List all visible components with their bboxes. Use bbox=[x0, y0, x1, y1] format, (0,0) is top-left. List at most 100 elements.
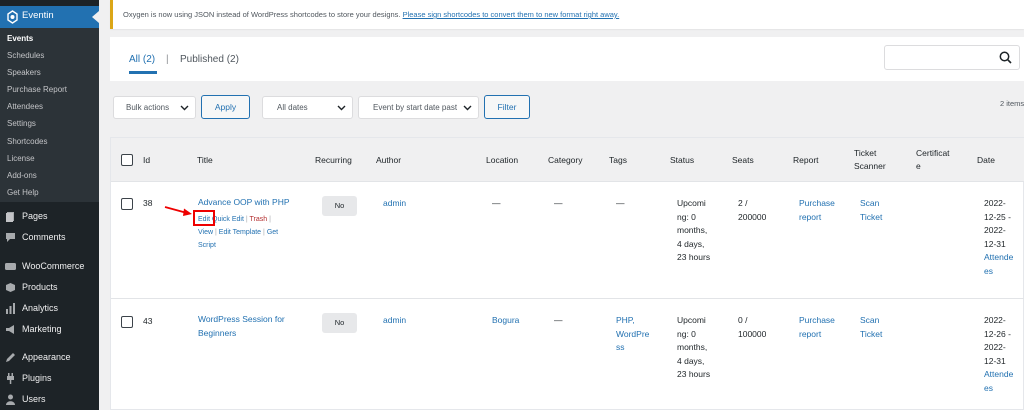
menu-users[interactable]: Users bbox=[0, 391, 99, 409]
submenu-shortcodes[interactable]: Shortcodes bbox=[7, 137, 47, 146]
edit-template-link[interactable]: Edit Template bbox=[219, 229, 261, 236]
column-certificate-line2: e bbox=[916, 161, 921, 171]
menu-pages[interactable]: Pages bbox=[0, 208, 99, 226]
submenu-settings[interactable]: Settings bbox=[7, 119, 36, 128]
column-date[interactable]: Date bbox=[977, 154, 995, 167]
chevron-down-icon bbox=[463, 105, 472, 111]
purchase-report-link[interactable]: Purchase report bbox=[799, 314, 835, 341]
attendees-link[interactable]: Attende bbox=[984, 369, 1013, 379]
author-link[interactable]: admin bbox=[383, 314, 406, 328]
event-sort-select[interactable]: Event by start date past bbox=[358, 96, 479, 119]
menu-analytics-label: Analytics bbox=[22, 303, 59, 313]
status-line: months, bbox=[677, 225, 708, 235]
seats-value: 0 / 100000 bbox=[738, 314, 766, 341]
location-value[interactable]: Bogura bbox=[492, 314, 519, 328]
column-id[interactable]: Id bbox=[143, 154, 150, 167]
view-link[interactable]: View bbox=[198, 229, 213, 236]
column-report: Report bbox=[793, 155, 819, 165]
active-tab-indicator bbox=[129, 71, 157, 74]
status-line: 23 hours bbox=[677, 252, 711, 262]
eventin-logo-icon bbox=[7, 10, 18, 24]
submenu-purchase-report[interactable]: Purchase Report bbox=[7, 85, 67, 94]
appearance-icon bbox=[6, 353, 15, 362]
submenu-add-ons[interactable]: Add-ons bbox=[7, 171, 37, 180]
date-value: 2022- 12-25 - 2022- 12-31 Attende es bbox=[984, 197, 1013, 278]
status-line: 23 hours bbox=[677, 369, 711, 379]
submenu-events[interactable]: Events bbox=[7, 34, 33, 43]
bulk-actions-select[interactable]: Bulk actions bbox=[113, 96, 196, 119]
pages-icon bbox=[6, 212, 14, 222]
menu-eventin[interactable]: Eventin bbox=[0, 6, 99, 28]
submenu-schedules[interactable]: Schedules bbox=[7, 51, 44, 60]
menu-analytics[interactable]: Analytics bbox=[0, 300, 99, 318]
quick-edit-link[interactable]: Quick Edit bbox=[212, 216, 244, 223]
menu-products[interactable]: Products bbox=[0, 279, 99, 297]
event-title-link[interactable]: Advance OOP with PHP bbox=[198, 196, 290, 210]
column-status: Status bbox=[670, 155, 695, 165]
search-input[interactable] bbox=[884, 45, 1020, 70]
menu-appearance[interactable]: Appearance bbox=[0, 349, 99, 367]
status-line: Upcomi bbox=[677, 315, 706, 325]
chevron-down-icon bbox=[337, 105, 346, 111]
scan-ticket-link[interactable]: Scan Ticket bbox=[860, 197, 882, 224]
status-line: Upcomi bbox=[677, 198, 706, 208]
scan-line: Ticket bbox=[860, 328, 883, 339]
get-script-link-line2[interactable]: Script bbox=[198, 242, 216, 249]
admin-sidebar: Eventin Events Schedules Speakers Purcha… bbox=[0, 0, 99, 410]
category-value: — bbox=[554, 315, 563, 325]
menu-marketing[interactable]: Marketing bbox=[0, 321, 99, 339]
tab-published[interactable]: Published (2) bbox=[180, 54, 239, 65]
recurring-badge: No bbox=[322, 313, 357, 333]
column-title[interactable]: Title bbox=[197, 154, 213, 167]
get-script-link[interactable]: Get bbox=[267, 229, 278, 236]
notice-link[interactable]: Please sign shortcodes to convert them t… bbox=[403, 10, 620, 19]
select-all-checkbox[interactable] bbox=[121, 154, 133, 166]
submenu-get-help[interactable]: Get Help bbox=[7, 188, 39, 197]
red-arrow-icon bbox=[164, 206, 192, 216]
report-line: report bbox=[799, 211, 822, 222]
dates-select[interactable]: All dates bbox=[262, 96, 353, 119]
tag-line: PHP, bbox=[616, 315, 635, 325]
row-checkbox[interactable] bbox=[121, 316, 133, 328]
menu-comments[interactable]: Comments bbox=[0, 229, 99, 247]
date-line: 2022- bbox=[984, 198, 1006, 208]
trash-link[interactable]: Trash bbox=[250, 216, 268, 223]
title-line: WordPress Session for bbox=[198, 314, 285, 324]
oxygen-notice: Oxygen is now using JSON instead of Word… bbox=[110, 0, 1024, 29]
attendees-link-line2[interactable]: es bbox=[984, 383, 993, 393]
category-value: — bbox=[554, 198, 563, 208]
author-link[interactable]: admin bbox=[383, 197, 406, 211]
notice-text: Oxygen is now using JSON instead of Word… bbox=[123, 10, 403, 19]
row-checkbox[interactable] bbox=[121, 198, 133, 210]
submenu-license[interactable]: License bbox=[7, 154, 35, 163]
attendees-link-line2[interactable]: es bbox=[984, 266, 993, 276]
attendees-link[interactable]: Attende bbox=[984, 252, 1013, 262]
menu-plugins[interactable]: Plugins bbox=[0, 370, 99, 388]
date-line: 12-25 - bbox=[984, 211, 1011, 222]
tags-value[interactable]: PHP, WordPre ss bbox=[616, 314, 649, 355]
date-line: 2022- bbox=[984, 225, 1006, 235]
column-author: Author bbox=[376, 155, 402, 165]
seats-line: 100000 bbox=[738, 328, 767, 339]
submenu-speakers[interactable]: Speakers bbox=[7, 68, 41, 77]
report-line: Purchase bbox=[799, 315, 835, 325]
date-line: 12-31 bbox=[984, 238, 1006, 249]
column-certificate-line1: Certificat bbox=[916, 148, 950, 158]
seats-line: 0 / bbox=[738, 315, 748, 325]
menu-woocommerce[interactable]: WooCommerce bbox=[0, 258, 99, 276]
event-sort-value: Event by start date past bbox=[373, 103, 458, 112]
action-separator: | bbox=[215, 229, 217, 236]
status-line: ng: 0 bbox=[677, 211, 696, 222]
column-tags: Tags bbox=[609, 155, 627, 165]
apply-button[interactable]: Apply bbox=[201, 95, 250, 119]
plugins-icon bbox=[7, 373, 14, 384]
marketing-icon bbox=[6, 325, 14, 334]
scan-ticket-link[interactable]: Scan Ticket bbox=[860, 314, 882, 341]
purchase-report-link[interactable]: Purchase report bbox=[799, 197, 835, 224]
event-title-link[interactable]: WordPress Session for Beginners bbox=[198, 313, 285, 340]
filter-button[interactable]: Filter bbox=[484, 95, 530, 119]
status-tabs: All (2) | Published (2) bbox=[110, 37, 1024, 81]
tab-all[interactable]: All (2) bbox=[129, 54, 155, 65]
chevron-down-icon bbox=[180, 105, 189, 111]
submenu-attendees[interactable]: Attendees bbox=[7, 102, 43, 111]
